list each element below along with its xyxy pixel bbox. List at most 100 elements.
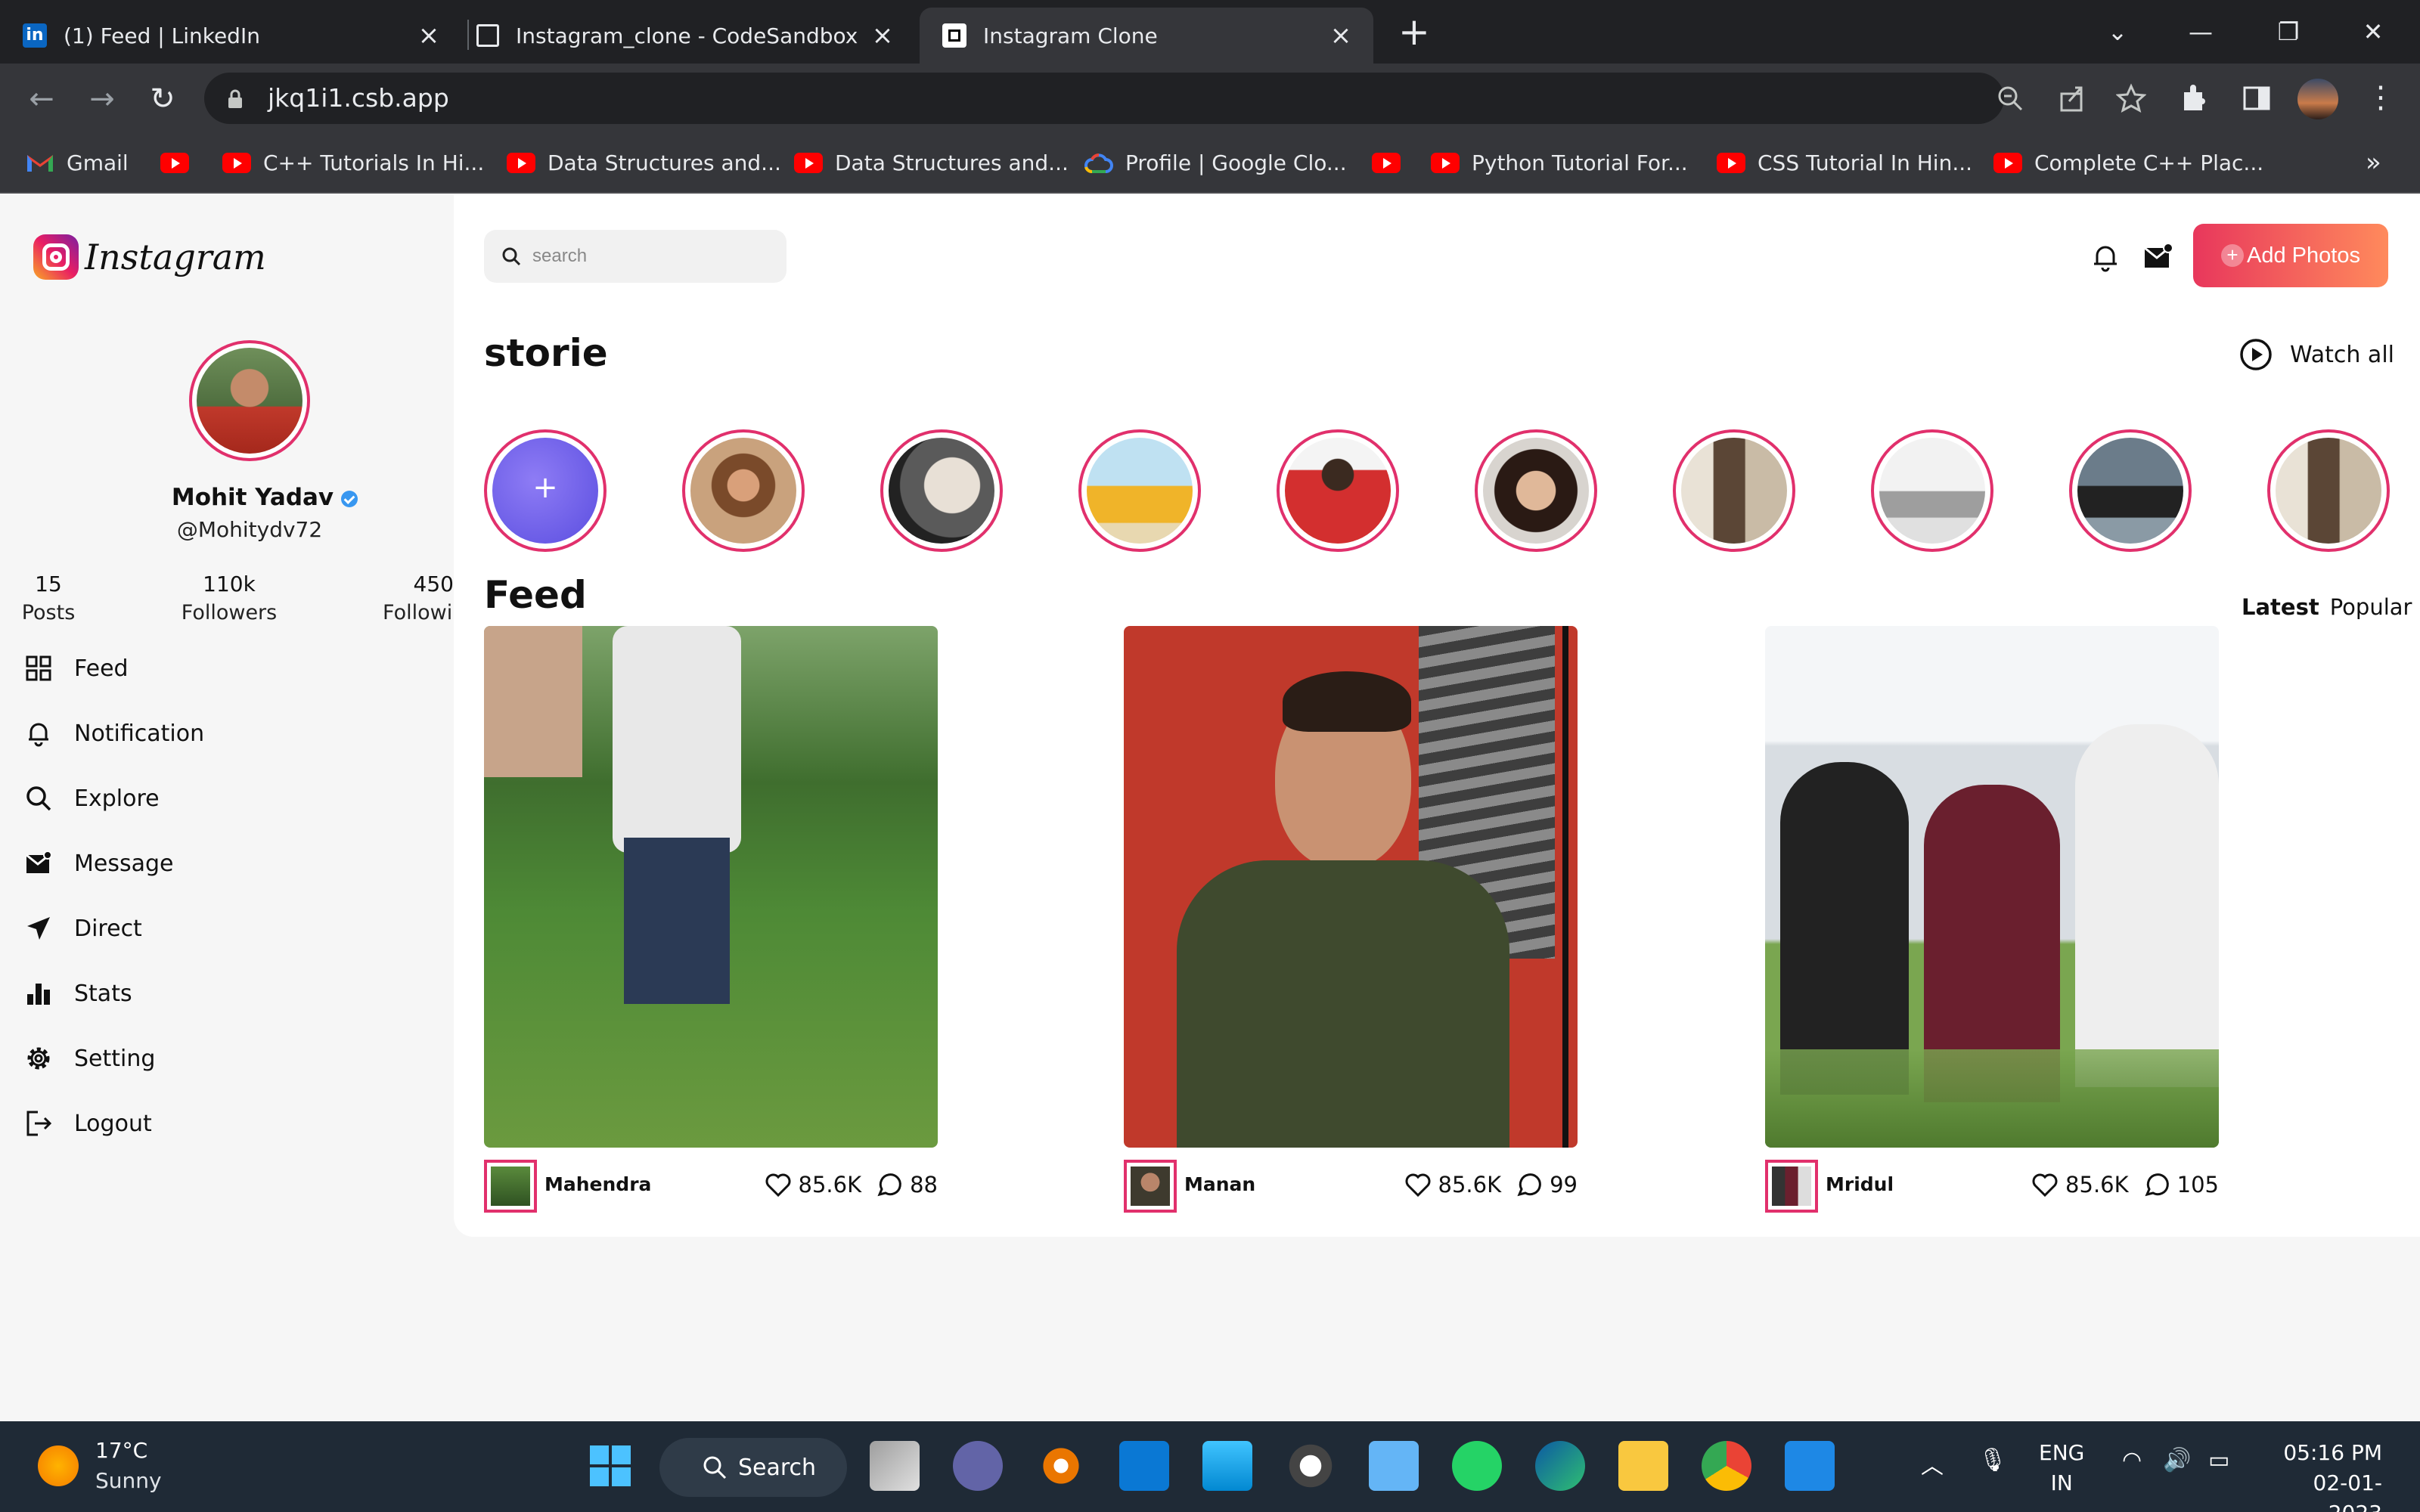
bell-icon[interactable] (2089, 240, 2122, 274)
bookmark-data-structures-1[interactable]: Data Structures and... (507, 145, 781, 180)
battery-icon[interactable]: ▭ (2208, 1447, 2229, 1473)
volume-icon[interactable]: 🔊 (2163, 1447, 2191, 1473)
blender-icon[interactable] (1036, 1441, 1086, 1491)
search-input[interactable] (532, 246, 774, 267)
notepad-icon[interactable] (1369, 1441, 1419, 1491)
bookmark-youtube[interactable] (160, 145, 201, 180)
minimize-button[interactable]: — (2178, 11, 2223, 53)
story-item[interactable] (1673, 429, 1795, 552)
comment-icon[interactable] (1515, 1170, 1544, 1199)
tab-popular[interactable]: Popular (2330, 594, 2412, 620)
story-add[interactable]: + (484, 429, 607, 552)
media-player-icon[interactable] (1286, 1441, 1336, 1491)
post-avatar[interactable] (1765, 1160, 1818, 1213)
teams-chat-icon[interactable] (953, 1441, 1003, 1491)
share-icon[interactable] (2057, 83, 2087, 113)
file-explorer-icon[interactable] (1618, 1441, 1668, 1491)
story-item[interactable] (1078, 429, 1201, 552)
clock[interactable]: 05:16 PM 02-01-2023 (2261, 1438, 2382, 1512)
mail-icon[interactable] (2142, 240, 2175, 274)
story-item[interactable] (2069, 429, 2192, 552)
profile-avatar[interactable] (189, 340, 310, 461)
comment-icon[interactable] (875, 1170, 904, 1199)
bookmark-gmail[interactable]: Gmail (26, 145, 129, 180)
back-button[interactable]: ← (23, 80, 60, 118)
close-window-button[interactable]: ✕ (2350, 11, 2396, 53)
stat-followers[interactable]: 110k Followers (180, 572, 278, 624)
new-tab-button[interactable]: + (1393, 11, 1435, 53)
windows-start-icon[interactable] (585, 1441, 635, 1491)
stat-following[interactable]: 450 Followi (383, 572, 454, 624)
tab-linkedin[interactable]: in (1) Feed | LinkedIn × (23, 8, 461, 64)
sun-icon[interactable] (38, 1445, 79, 1486)
mail-app-icon[interactable] (1119, 1441, 1169, 1491)
taskbar-search[interactable]: Search (659, 1438, 847, 1497)
post-avatar[interactable] (1124, 1160, 1177, 1213)
story-item[interactable] (1475, 429, 1597, 552)
close-icon[interactable]: × (1328, 23, 1354, 48)
post-avatar[interactable] (484, 1160, 537, 1213)
post-image[interactable] (1765, 626, 2219, 1148)
sidebar-item-logout[interactable]: Logout (24, 1101, 402, 1146)
story-item[interactable] (880, 429, 1003, 552)
close-icon[interactable]: × (416, 23, 442, 48)
comment-icon[interactable] (2142, 1170, 2171, 1199)
story-item[interactable] (2267, 429, 2390, 552)
sidebar-item-setting[interactable]: Setting (24, 1036, 402, 1081)
chevron-up-icon[interactable]: ︿ (1921, 1447, 1944, 1480)
tab-instagram-clone[interactable]: Instagram Clone × (920, 8, 1373, 64)
omnibox[interactable]: jkq1i1.csb.app (204, 73, 2146, 124)
close-icon[interactable]: × (870, 23, 895, 48)
more-bookmarks-button[interactable]: » (2366, 145, 2381, 180)
menu-dots-icon[interactable]: ⋮ (2366, 79, 2396, 116)
bookmark-complete-cpp[interactable]: Complete C++ Plac... (1993, 145, 2263, 180)
bookmark-python-tutorial[interactable]: Python Tutorial For... (1431, 145, 1688, 180)
bookmark-data-structures-2[interactable]: Data Structures and... (794, 145, 1069, 180)
post-username[interactable]: Mridul (1826, 1173, 1894, 1195)
post-username[interactable]: Manan (1184, 1173, 1255, 1195)
extensions-icon[interactable] (2178, 82, 2211, 115)
star-icon[interactable] (2116, 83, 2146, 113)
profile-avatar-icon[interactable] (2297, 79, 2338, 119)
sidebar-item-feed[interactable]: Feed (24, 646, 402, 691)
story-item[interactable] (682, 429, 805, 552)
add-photos-button[interactable]: + Add Photos (2193, 224, 2388, 287)
instagram-logo[interactable]: Instagram (33, 234, 266, 280)
sidebar-item-direct[interactable]: Direct (24, 906, 402, 951)
bookmark-cpp-tutorials[interactable]: C++ Tutorials In Hi... (222, 145, 484, 180)
story-item[interactable] (1277, 429, 1399, 552)
heart-icon[interactable] (2031, 1170, 2059, 1199)
weather-temp[interactable]: 17°C (95, 1438, 147, 1463)
desktop-icon[interactable] (1202, 1441, 1252, 1491)
language-indicator[interactable]: ENG IN (2039, 1438, 2084, 1498)
tab-codesandbox[interactable]: Instagram_clone - CodeSandbox × (476, 8, 915, 64)
whatsapp-icon[interactable] (1452, 1441, 1502, 1491)
sidebar-item-stats[interactable]: Stats (24, 971, 402, 1016)
bookmark-google-cloud[interactable]: Profile | Google Clo... (1084, 145, 1347, 180)
reload-button[interactable]: ↻ (144, 80, 182, 118)
bookmark-css-tutorial[interactable]: CSS Tutorial In Hin... (1717, 145, 1972, 180)
tab-search-icon[interactable]: ⌄ (2095, 11, 2140, 53)
stat-posts[interactable]: 15 Posts (18, 572, 79, 624)
url-text[interactable]: jkq1i1.csb.app (268, 83, 449, 113)
story-item[interactable] (1871, 429, 1993, 552)
post-image[interactable] (484, 626, 938, 1148)
edge-icon[interactable] (1535, 1441, 1585, 1491)
vscode-icon[interactable] (1785, 1441, 1835, 1491)
side-panel-icon[interactable] (2240, 82, 2273, 115)
tab-latest[interactable]: Latest (2242, 594, 2319, 620)
watch-all-link[interactable]: Watch all (2238, 337, 2394, 372)
microphone-icon[interactable]: 🎙 (1978, 1447, 2007, 1473)
task-view-icon[interactable] (870, 1441, 920, 1491)
post-image[interactable] (1124, 626, 1578, 1148)
heart-icon[interactable] (1404, 1170, 1432, 1199)
bookmark-youtube[interactable] (1372, 145, 1413, 180)
forward-button[interactable]: → (83, 80, 121, 118)
restore-button[interactable]: ❐ (2266, 11, 2311, 53)
wifi-icon[interactable]: ◠ (2122, 1447, 2142, 1473)
sidebar-item-message[interactable]: Message (24, 841, 402, 886)
post-username[interactable]: Mahendra (544, 1173, 651, 1195)
sidebar-item-notification[interactable]: Notification (24, 711, 402, 756)
chrome-icon[interactable] (1702, 1441, 1751, 1491)
zoom-icon[interactable] (1995, 83, 2025, 113)
